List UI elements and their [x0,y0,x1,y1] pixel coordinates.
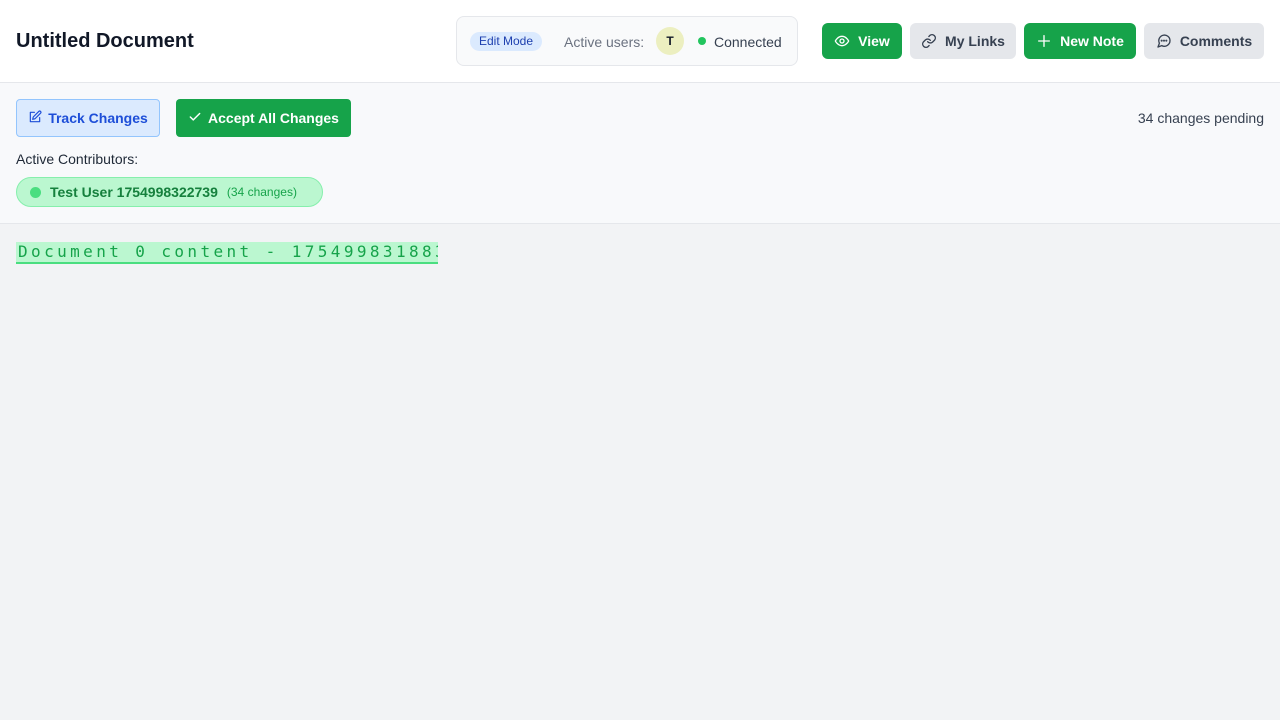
tracked-change-text[interactable]: Document 0 content - 1754998318837 [16,242,438,264]
avatar[interactable]: T [656,27,684,55]
my-links-button-label: My Links [945,33,1005,49]
comment-icon [1156,33,1172,49]
accept-all-changes-label: Accept All Changes [208,110,339,126]
accept-all-changes-button[interactable]: Accept All Changes [176,99,351,137]
contributor-name: Test User 1754998322739 [50,184,218,200]
my-links-button[interactable]: My Links [910,23,1016,59]
edit-mode-badge: Edit Mode [470,32,543,51]
track-changes-panel: Track Changes Accept All Changes 34 chan… [0,83,1280,224]
view-button-label: View [858,33,890,49]
active-contributors-label: Active Contributors: [16,151,139,167]
comments-button[interactable]: Comments [1144,23,1264,59]
contributor-color-dot [30,186,41,198]
plus-icon [1036,33,1052,49]
document-title[interactable]: Untitled Document [16,28,194,54]
comments-button-label: Comments [1179,33,1253,49]
document-editor[interactable]: Document 0 content - 1754998318837 [0,224,1280,720]
check-icon [188,110,202,127]
contributor-chip[interactable]: Test User 1754998322739 (34 changes) [16,177,323,207]
new-note-button[interactable]: New Note [1024,23,1136,59]
app-header: Untitled Document Edit Mode Active users… [0,0,1280,83]
contributor-change-count: (34 changes) [226,185,297,199]
link-icon [921,33,937,49]
edit-icon [28,110,42,127]
connection-status-dot [698,37,706,45]
connection-status-label: Connected [714,34,782,50]
eye-icon [834,33,850,49]
track-changes-label: Track Changes [48,110,148,126]
changes-pending-count: 34 changes pending [1137,110,1264,126]
collaboration-status: Edit Mode Active users: T Connected [456,16,798,66]
view-button[interactable]: View [822,23,902,59]
active-users-label: Active users: [564,34,645,50]
track-changes-button[interactable]: Track Changes [16,99,160,137]
new-note-button-label: New Note [1060,33,1124,49]
